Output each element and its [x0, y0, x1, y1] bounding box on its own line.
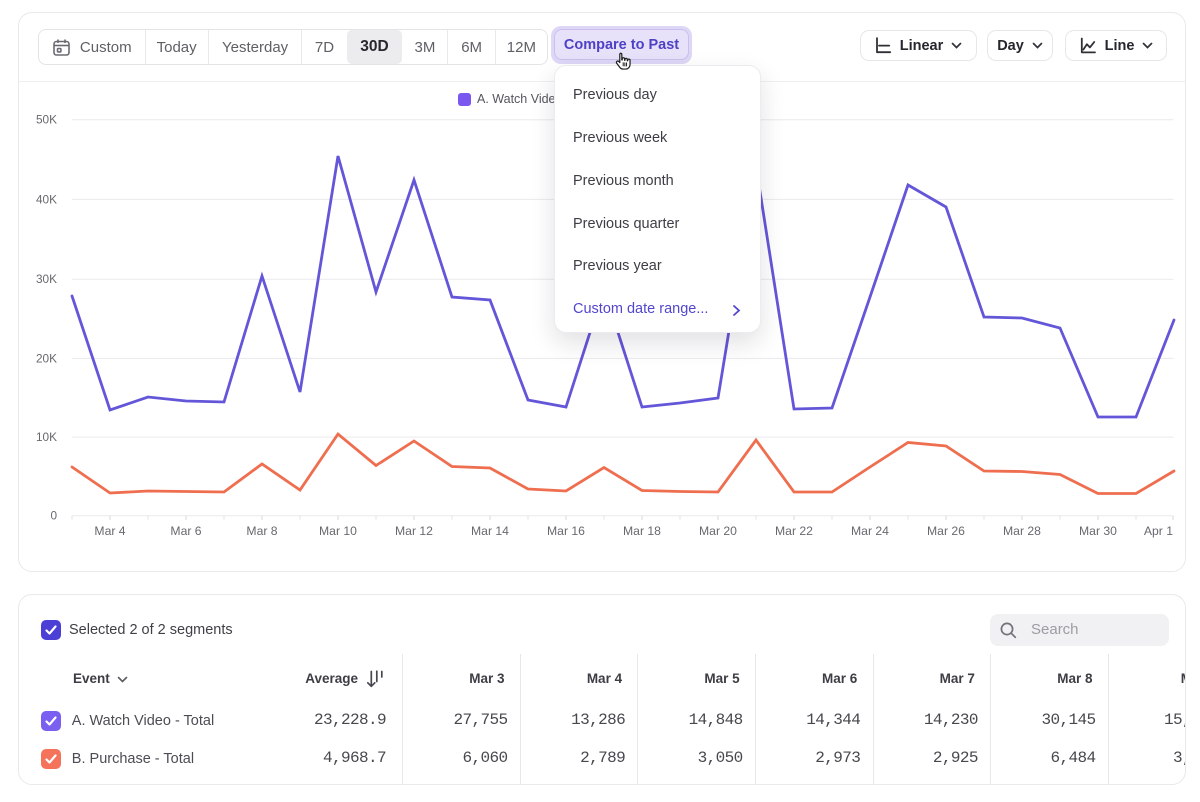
svg-text:Apr 1: Apr 1 — [1144, 524, 1173, 538]
svg-text:Mar 24: Mar 24 — [851, 524, 889, 538]
svg-text:20K: 20K — [36, 351, 57, 365]
svg-text:Mar 28: Mar 28 — [1003, 524, 1041, 538]
svg-text:0: 0 — [50, 509, 57, 523]
svg-text:Mar 18: Mar 18 — [623, 524, 661, 538]
svg-text:Mar 26: Mar 26 — [927, 524, 965, 538]
svg-text:Mar 6: Mar 6 — [170, 524, 201, 538]
svg-text:40K: 40K — [36, 192, 57, 206]
svg-text:Mar 14: Mar 14 — [471, 524, 509, 538]
svg-text:Mar 30: Mar 30 — [1079, 524, 1117, 538]
svg-text:Mar 20: Mar 20 — [699, 524, 737, 538]
svg-text:10K: 10K — [36, 430, 57, 444]
svg-text:Mar 4: Mar 4 — [94, 524, 125, 538]
svg-text:Mar 16: Mar 16 — [547, 524, 585, 538]
svg-text:Mar 22: Mar 22 — [775, 524, 813, 538]
svg-text:Mar 12: Mar 12 — [395, 524, 433, 538]
svg-text:Mar 8: Mar 8 — [246, 524, 277, 538]
svg-text:Mar 10: Mar 10 — [319, 524, 357, 538]
svg-text:30K: 30K — [36, 272, 57, 286]
svg-text:50K: 50K — [36, 113, 57, 127]
